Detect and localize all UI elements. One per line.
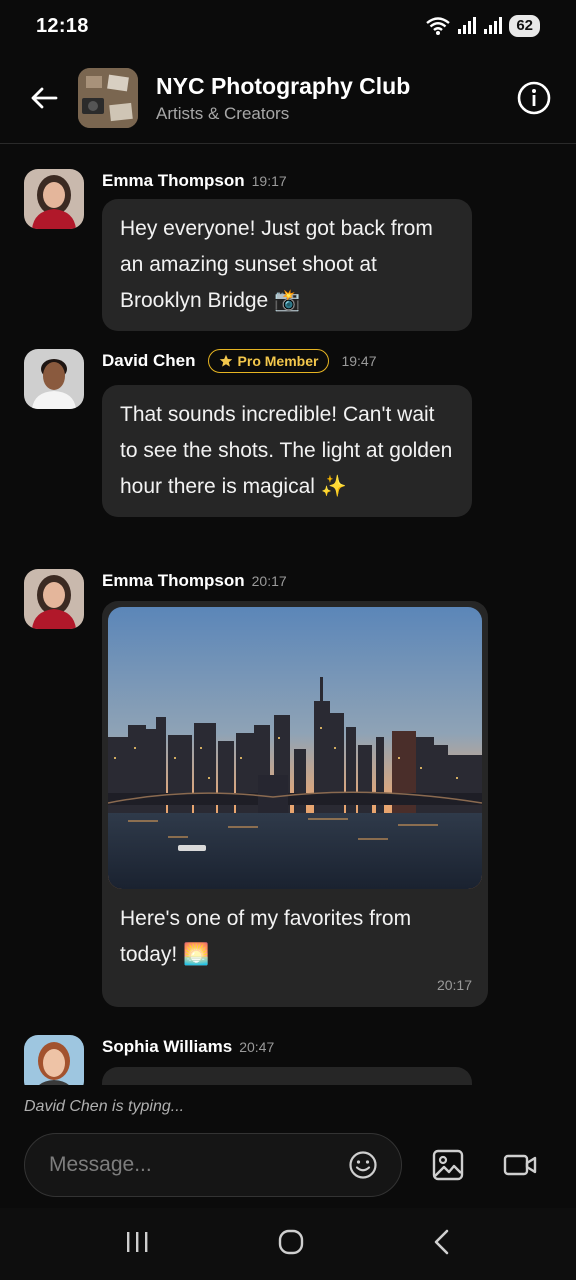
recent-apps-button[interactable] bbox=[124, 1229, 150, 1260]
message-bubble[interactable]: That sounds incredible! Can't wait to se… bbox=[102, 385, 472, 517]
avatar-emma[interactable] bbox=[24, 169, 84, 229]
message-item: Sophia Williams 20:47 bbox=[24, 1035, 544, 1085]
star-icon bbox=[219, 354, 232, 367]
recent-apps-icon bbox=[126, 1231, 148, 1252]
message-input-wrapper[interactable] bbox=[24, 1133, 402, 1197]
pro-member-badge: Pro Member bbox=[207, 349, 330, 373]
status-icons: 62 bbox=[425, 15, 540, 37]
emma-avatar-image bbox=[24, 169, 84, 229]
avatar-sophia[interactable] bbox=[24, 1035, 84, 1085]
sophia-avatar-image bbox=[24, 1035, 84, 1085]
wifi-icon bbox=[426, 17, 451, 35]
message-meta: David Chen Pro Member 19:47 bbox=[102, 349, 377, 373]
message-bubble[interactable]: Hey everyone! Just got back from an amaz… bbox=[102, 199, 472, 331]
sender-name[interactable]: David Chen bbox=[102, 351, 196, 371]
image-caption: Here's one of my favorites from today! 🌅 bbox=[120, 907, 412, 966]
david-avatar-image bbox=[24, 349, 84, 409]
message-item: Emma Thompson 19:17 Hey everyone! Just g… bbox=[24, 169, 544, 331]
sender-name[interactable]: Emma Thompson bbox=[102, 571, 245, 591]
video-button[interactable] bbox=[500, 1145, 540, 1185]
header-text[interactable]: NYC Photography Club Artists & Creators bbox=[156, 72, 514, 124]
message-time: 20:47 bbox=[239, 1039, 275, 1055]
chevron-left-icon bbox=[435, 1229, 449, 1254]
status-bar: 12:18 62 bbox=[0, 0, 576, 52]
avatar-david[interactable] bbox=[24, 349, 84, 409]
battery-level: 62 bbox=[509, 15, 540, 37]
smiley-icon bbox=[349, 1151, 377, 1179]
sender-name[interactable]: Emma Thompson bbox=[102, 171, 245, 191]
sender-name[interactable]: Sophia Williams bbox=[102, 1037, 232, 1057]
system-nav-bar bbox=[0, 1208, 576, 1280]
message-time: 19:17 bbox=[251, 173, 287, 189]
chat-header: NYC Photography Club Artists & Creators bbox=[0, 52, 576, 144]
typing-indicator: David Chen is typing... bbox=[24, 1098, 185, 1115]
message-list[interactable]: Emma Thompson 19:17 Hey everyone! Just g… bbox=[0, 145, 576, 1085]
emma-avatar-image bbox=[24, 569, 84, 629]
message-bubble-partial[interactable] bbox=[102, 1067, 472, 1085]
composer bbox=[24, 1133, 554, 1197]
gallery-button[interactable] bbox=[428, 1145, 468, 1185]
message-item: David Chen Pro Member 19:47 That sounds … bbox=[24, 349, 544, 549]
message-item: Emma Thompson 20:17 Here's one of my fav… bbox=[24, 569, 544, 1019]
image-icon bbox=[432, 1149, 464, 1181]
skyline-photo[interactable] bbox=[108, 607, 482, 889]
group-title: NYC Photography Club bbox=[156, 72, 411, 99]
group-subtitle: Artists & Creators bbox=[156, 103, 290, 123]
emoji-button[interactable] bbox=[343, 1145, 383, 1185]
group-avatar[interactable] bbox=[78, 67, 138, 128]
message-input[interactable] bbox=[49, 1153, 343, 1177]
message-meta: Emma Thompson 19:17 bbox=[102, 169, 287, 193]
status-time: 12:18 bbox=[36, 14, 89, 37]
message-meta: Sophia Williams 20:47 bbox=[102, 1035, 274, 1059]
image-message-bubble[interactable]: Here's one of my favorites from today! 🌅… bbox=[102, 601, 488, 1007]
home-icon bbox=[278, 1229, 304, 1254]
message-time: 19:47 bbox=[341, 353, 377, 369]
arrow-left-icon bbox=[31, 87, 58, 108]
badge-label: Pro Member bbox=[237, 353, 319, 369]
image-message-time: 20:17 bbox=[436, 977, 472, 993]
signal-icon-2 bbox=[484, 17, 503, 34]
message-time: 20:17 bbox=[251, 573, 287, 589]
info-button[interactable] bbox=[514, 78, 554, 118]
signal-icon bbox=[458, 17, 477, 34]
home-button[interactable] bbox=[277, 1228, 305, 1261]
message-meta: Emma Thompson 20:17 bbox=[102, 569, 287, 593]
info-icon bbox=[517, 81, 551, 114]
group-photo-image bbox=[78, 67, 138, 128]
system-back-button[interactable] bbox=[432, 1228, 452, 1261]
avatar-emma[interactable] bbox=[24, 569, 84, 629]
back-button[interactable] bbox=[24, 78, 64, 118]
video-camera-icon bbox=[503, 1154, 537, 1176]
